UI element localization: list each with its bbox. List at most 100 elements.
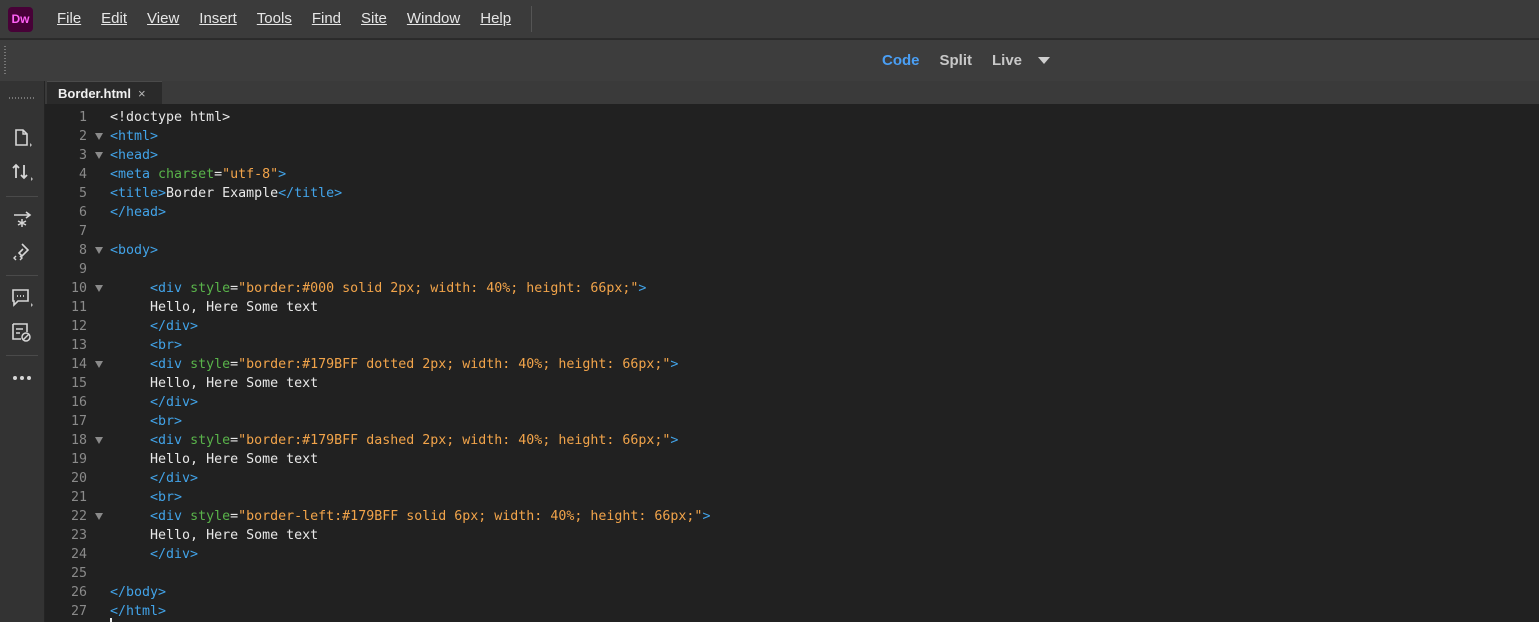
code-token-tag: >: [638, 281, 647, 296]
code-line[interactable]: 18 <div style="border:#179BFF dashed 2px…: [45, 431, 1539, 450]
code-token-tag: <head>: [110, 148, 159, 163]
close-tab-icon[interactable]: ×: [138, 86, 146, 101]
fold-arrow-icon[interactable]: [95, 437, 103, 444]
code-line[interactable]: 10 <div style="border:#000 solid 2px; wi…: [45, 279, 1539, 298]
code-hint-icon[interactable]: [8, 319, 36, 345]
code-token-tag: </head>: [110, 205, 167, 220]
menu-edit[interactable]: Edit: [91, 0, 137, 38]
logo-text: Dw: [11, 12, 30, 26]
code-token-tag: <br>: [150, 414, 183, 429]
code-line[interactable]: 13 <br>: [45, 336, 1539, 355]
code-line[interactable]: 1 <!doctype html>: [45, 108, 1539, 127]
code-text: <title>Border Example</title>: [110, 184, 342, 203]
menu-view[interactable]: View: [137, 0, 189, 38]
menu-tools[interactable]: Tools: [247, 0, 302, 38]
menu-site[interactable]: Site: [351, 0, 397, 38]
tab-live[interactable]: Live: [992, 52, 1022, 69]
comment-icon[interactable]: [8, 285, 36, 311]
live-options-dropdown-icon[interactable]: [1038, 57, 1051, 64]
document-tab[interactable]: Border.html ×: [47, 81, 162, 104]
code-line[interactable]: 24 </div>: [45, 545, 1539, 564]
code-token-txt: =: [230, 281, 239, 296]
code-token-txt: Hello, Here Some text: [150, 376, 319, 391]
code-line[interactable]: 15 Hello, Here Some text: [45, 374, 1539, 393]
toolbar-divider: [6, 275, 38, 276]
dom-tree-icon[interactable]: [8, 205, 36, 231]
code-line[interactable]: 16 </div>: [45, 393, 1539, 412]
code-text: <br>: [110, 488, 182, 507]
view-mode-tabs: Code Split Live: [882, 40, 1051, 81]
code-line[interactable]: 11 Hello, Here Some text: [45, 298, 1539, 317]
line-number: 24: [70, 547, 87, 562]
code-line[interactable]: 2 <html>: [45, 127, 1539, 146]
code-line[interactable]: 25: [45, 564, 1539, 583]
more-icon[interactable]: [8, 365, 36, 391]
menu-file[interactable]: File: [47, 0, 91, 38]
code-token-txt: =: [230, 433, 239, 448]
line-number: 9: [78, 262, 87, 277]
view-switch-bar: Code Split Live: [0, 39, 1539, 81]
code-line[interactable]: 26 </body>: [45, 583, 1539, 602]
code-token-tag: >: [670, 433, 679, 448]
code-line[interactable]: 4 <meta charset="utf-8">: [45, 165, 1539, 184]
code-line[interactable]: 7: [45, 222, 1539, 241]
fold-arrow-icon[interactable]: [95, 361, 103, 368]
line-number: 4: [78, 167, 87, 182]
line-number: 26: [70, 585, 87, 600]
code-token-tag: </title>: [278, 186, 343, 201]
code-text: Hello, Here Some text: [110, 526, 318, 545]
code-line[interactable]: 20 </div>: [45, 469, 1539, 488]
code-line[interactable]: 12 </div>: [45, 317, 1539, 336]
fold-arrow-icon[interactable]: [95, 247, 103, 254]
line-number: 27: [70, 604, 87, 619]
sort-arrows-icon[interactable]: [8, 159, 36, 185]
code-line[interactable]: 23 Hello, Here Some text: [45, 526, 1539, 545]
css-designer-icon[interactable]: [8, 239, 36, 265]
menu-divider: [531, 6, 533, 32]
tab-code[interactable]: Code: [882, 52, 920, 69]
code-line[interactable]: 17 <br>: [45, 412, 1539, 431]
toolbar-grip[interactable]: [4, 46, 6, 76]
tab-split[interactable]: Split: [940, 52, 973, 69]
files-icon[interactable]: [8, 125, 36, 151]
line-number: 18: [70, 433, 87, 448]
menu-help[interactable]: Help: [470, 0, 521, 38]
code-line[interactable]: 14 <div style="border:#179BFF dotted 2px…: [45, 355, 1539, 374]
code-text: <div style="border:#179BFF dotted 2px; w…: [110, 355, 678, 374]
fold-arrow-icon[interactable]: [95, 285, 103, 292]
code-token-txt: Hello, Here Some text: [150, 300, 319, 315]
code-text: Hello, Here Some text: [110, 450, 318, 469]
code-line[interactable]: 22 <div style="border-left:#179BFF solid…: [45, 507, 1539, 526]
code-line[interactable]: 27 </html>: [45, 602, 1539, 621]
menu-window[interactable]: Window: [397, 0, 470, 38]
code-line[interactable]: 8 <body>: [45, 241, 1539, 260]
code-line[interactable]: 21 <br>: [45, 488, 1539, 507]
line-number: 21: [70, 490, 87, 505]
code-lines: 1 <!doctype html> 2 <html> 3 <head> 4 <meta cha…: [45, 108, 1539, 621]
code-line[interactable]: 9: [45, 260, 1539, 279]
line-number: 22: [70, 509, 87, 524]
code-line[interactable]: 3 <head>: [45, 146, 1539, 165]
fold-arrow-icon[interactable]: [95, 152, 103, 159]
code-editor[interactable]: 1 <!doctype html> 2 <html> 3 <head> 4 <meta cha…: [45, 104, 1539, 622]
code-line[interactable]: 19 Hello, Here Some text: [45, 450, 1539, 469]
fold-arrow-icon[interactable]: [95, 133, 103, 140]
code-token-doc: <!doctype html>: [110, 110, 231, 125]
code-token-tag: </div>: [150, 547, 199, 562]
code-text: Hello, Here Some text: [110, 374, 318, 393]
menu-insert[interactable]: Insert: [189, 0, 247, 38]
code-token-tag: <br>: [150, 338, 183, 353]
fold-arrow-icon[interactable]: [95, 513, 103, 520]
code-line[interactable]: 6 </head>: [45, 203, 1539, 222]
toolbar-grip[interactable]: [9, 97, 35, 99]
menu-find[interactable]: Find: [302, 0, 351, 38]
code-line[interactable]: 5 <title>Border Example</title>: [45, 184, 1539, 203]
line-number: 5: [78, 186, 87, 201]
